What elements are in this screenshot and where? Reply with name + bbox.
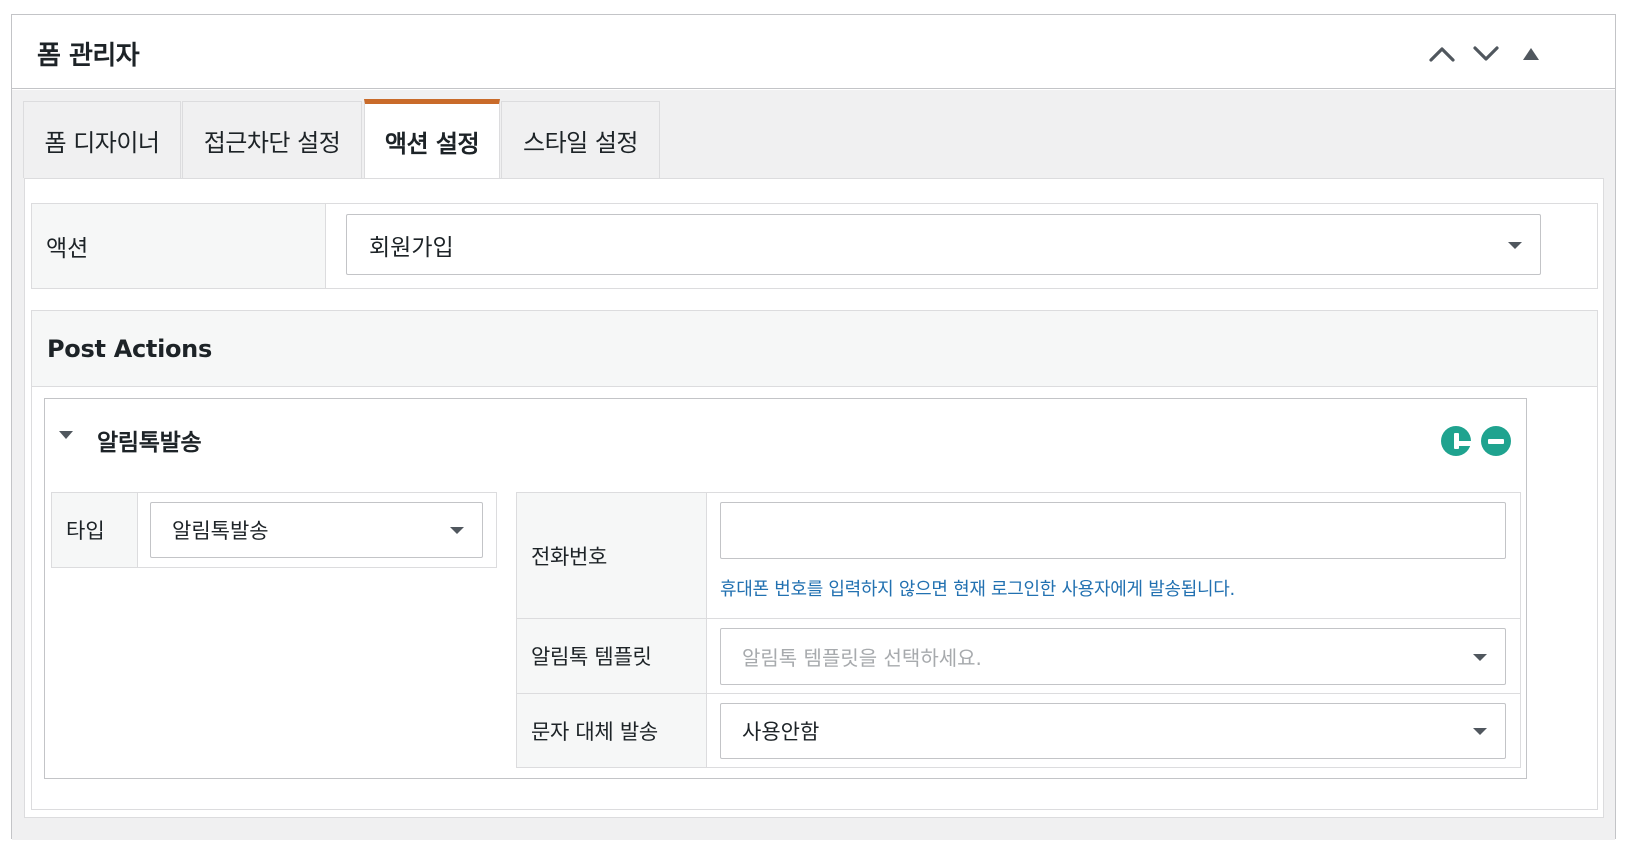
form-manager-panel: 폼 관리자 폼 디자이너 접근차단 설정 액션 설정 스타일 설정 액션 회원가…	[11, 14, 1616, 840]
caret-down-icon	[450, 527, 464, 534]
collapse-toggle-icon[interactable]	[59, 431, 73, 439]
move-down-button[interactable]	[1469, 37, 1503, 71]
caret-down-icon	[1508, 241, 1522, 249]
post-action-title: 알림톡발송	[97, 430, 202, 456]
sms-fallback-value: 사용안함	[742, 720, 820, 744]
type-label: 타입	[52, 493, 138, 567]
action-settings-content: 액션 회원가입 Post Actions 알림톡발송 타입 알림톡발송 전화번호…	[24, 178, 1604, 818]
phone-help-text: 휴대폰 번호를 입력하지 않으면 현재 로그인한 사용자에게 발송됩니다.	[720, 579, 1235, 600]
sms-fallback-row: 문자 대체 발송 사용안함	[517, 694, 1520, 767]
phone-row: 전화번호 휴대폰 번호를 입력하지 않으면 현재 로그인한 사용자에게 발송됩니…	[517, 493, 1520, 619]
template-select-placeholder: 알림톡 템플릿을 선택하세요.	[742, 646, 982, 670]
tab-access-block[interactable]: 접근차단 설정	[182, 101, 362, 178]
move-up-button[interactable]	[1425, 37, 1459, 71]
caret-down-icon	[1473, 728, 1487, 735]
phone-input[interactable]	[720, 502, 1506, 559]
sms-fallback-select[interactable]: 사용안함	[720, 703, 1506, 759]
action-select[interactable]: 회원가입	[346, 214, 1541, 275]
add-action-button[interactable]	[1441, 426, 1472, 456]
remove-action-button[interactable]	[1481, 426, 1511, 456]
type-select[interactable]: 알림톡발송	[150, 502, 483, 558]
panel-body: 폼 디자이너 접근차단 설정 액션 설정 스타일 설정 액션 회원가입 Post…	[12, 90, 1615, 840]
caret-down-icon	[1473, 653, 1487, 661]
tab-style-settings[interactable]: 스타일 설정	[501, 101, 660, 178]
template-select[interactable]: 알림톡 템플릿을 선택하세요.	[720, 628, 1506, 685]
type-select-value: 알림톡발송	[172, 519, 269, 543]
tab-action-settings[interactable]: 액션 설정	[364, 99, 500, 179]
post-action-item: 알림톡발송 타입 알림톡발송 전화번호 휴대폰 번호를 입력하지 않으면 현재 …	[44, 398, 1527, 779]
collapse-panel-button[interactable]	[1514, 37, 1548, 71]
post-actions-heading: Post Actions	[32, 311, 1597, 387]
action-select-value: 회원가입	[369, 234, 454, 261]
alimtalk-config-table: 전화번호 휴대폰 번호를 입력하지 않으면 현재 로그인한 사용자에게 발송됩니…	[516, 492, 1521, 768]
template-label: 알림톡 템플릿	[517, 619, 707, 693]
phone-label: 전화번호	[517, 493, 707, 618]
chevron-down-icon	[1472, 45, 1500, 63]
type-row: 타입 알림톡발송	[51, 492, 497, 568]
action-row: 액션 회원가입	[31, 203, 1598, 289]
template-row: 알림톡 템플릿 알림톡 템플릿을 선택하세요.	[517, 619, 1520, 694]
triangle-up-icon	[1522, 47, 1540, 61]
panel-title: 폼 관리자	[37, 41, 140, 71]
chevron-up-icon	[1428, 45, 1456, 63]
panel-header: 폼 관리자	[12, 15, 1615, 89]
post-actions-box: Post Actions 알림톡발송 타입 알림톡발송 전화번호 휴대폰 번호를…	[31, 310, 1598, 810]
action-label: 액션	[32, 204, 326, 288]
tab-form-designer[interactable]: 폼 디자이너	[23, 101, 181, 178]
sms-fallback-label: 문자 대체 발송	[517, 694, 707, 767]
